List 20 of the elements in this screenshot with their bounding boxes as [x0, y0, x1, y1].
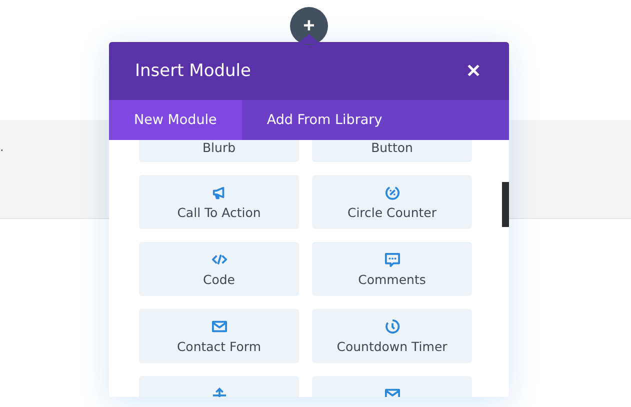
- chat-icon: [384, 252, 400, 266]
- module-tile[interactable]: Button: [312, 140, 472, 162]
- scrollbar-thumb[interactable]: [502, 182, 509, 227]
- module-tile[interactable]: Blurb: [139, 140, 299, 162]
- code-icon: [212, 252, 226, 266]
- module-tile[interactable]: Call To Action: [139, 175, 299, 229]
- tab[interactable]: New Module: [109, 100, 242, 140]
- close-button[interactable]: ✕: [464, 60, 483, 82]
- tab[interactable]: Add From Library: [242, 100, 408, 140]
- module-tile[interactable]: Contact Form: [139, 309, 299, 363]
- page-text: .: [0, 140, 4, 154]
- envelope-icon: [212, 318, 226, 334]
- circle-counter-icon: [384, 184, 400, 200]
- module-tile[interactable]: Countdown Timer: [312, 309, 472, 363]
- module-tile[interactable]: Circle Counter: [312, 175, 472, 229]
- module-tile[interactable]: Code: [139, 242, 299, 296]
- megaphone-icon: [212, 184, 226, 200]
- module-tile[interactable]: Comments: [312, 242, 472, 296]
- dialog-title: Insert Module: [135, 61, 251, 81]
- clock-icon: [384, 318, 400, 334]
